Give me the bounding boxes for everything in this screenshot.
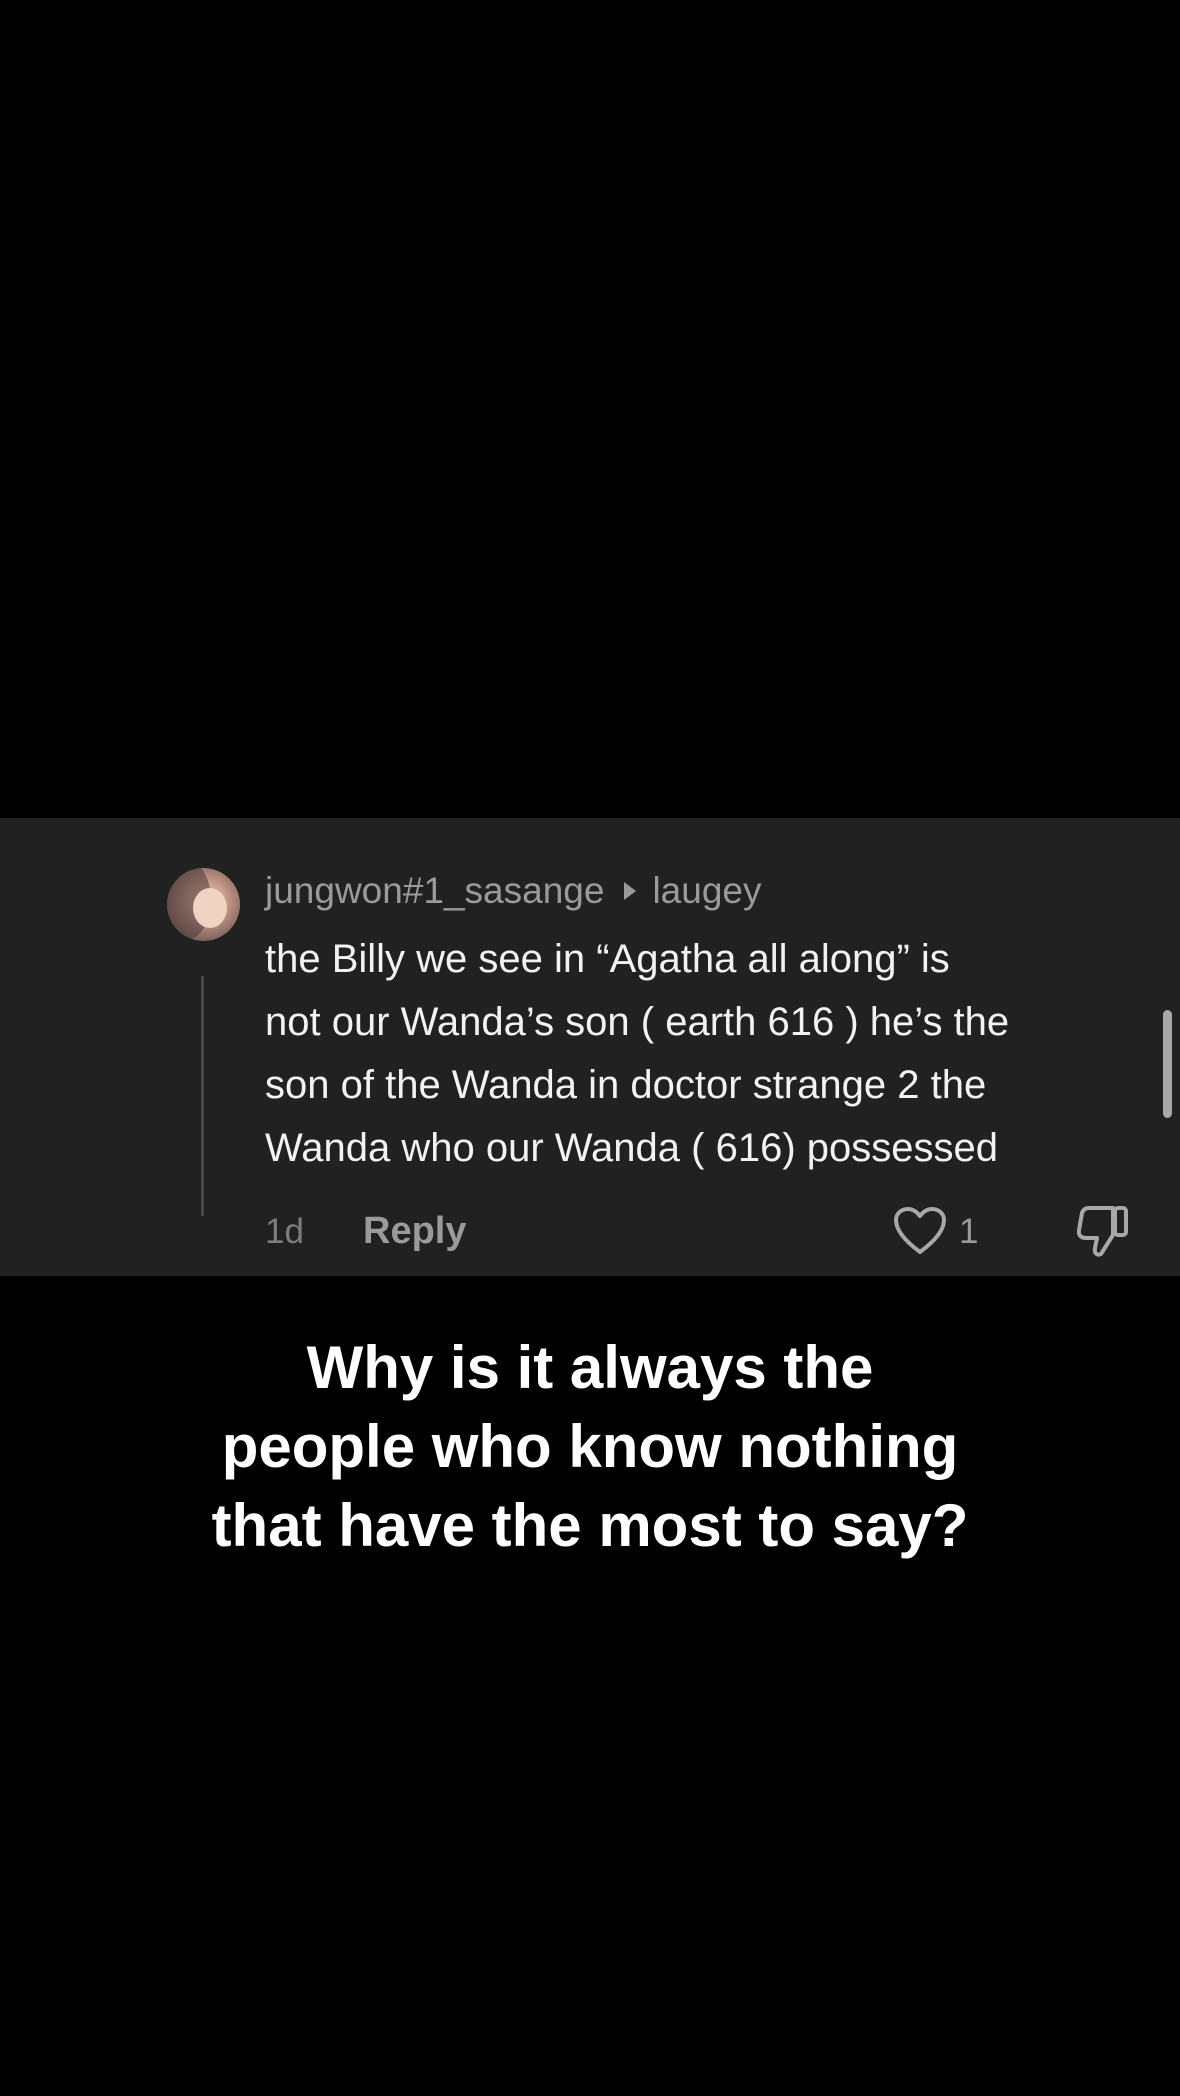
avatar[interactable] (167, 868, 240, 941)
video-caption: Why is it always the people who know not… (0, 1328, 1180, 1565)
thumbs-down-icon[interactable] (1077, 1204, 1129, 1258)
comment-line: son of the Wanda in doctor strange 2 the (265, 1063, 987, 1107)
caption-line: Why is it always the (306, 1334, 874, 1401)
comment-line: Wanda who our Wanda ( 616) possessed (265, 1126, 998, 1170)
username[interactable]: jungwon#1_sasange (265, 870, 604, 912)
reply-to-username[interactable]: laugey (652, 870, 761, 912)
avatar-face (193, 888, 227, 928)
comment-card: jungwon#1_sasange laugey the Billy we se… (0, 818, 1180, 1276)
comment-time: 1d (265, 1212, 304, 1251)
scrollbar[interactable] (1163, 1010, 1172, 1118)
like-count: 1 (959, 1212, 979, 1251)
caption-line: that have the most to say? (211, 1492, 969, 1559)
heart-icon[interactable] (893, 1206, 947, 1256)
comment-line: the Billy we see in “Agatha all along” i… (265, 937, 950, 981)
comment-line: not our Wanda’s son ( earth 616 ) he’s t… (265, 1000, 1010, 1044)
thread-line (201, 976, 204, 1216)
comment-text: the Billy we see in “Agatha all along” i… (265, 928, 1165, 1180)
reply-button[interactable]: Reply (363, 1210, 466, 1253)
caption-line: people who know nothing (221, 1413, 959, 1480)
comment-header: jungwon#1_sasange laugey (265, 866, 761, 916)
triangle-right-icon (624, 882, 637, 900)
comment-actions: 1d Reply 1 (265, 1202, 1165, 1262)
